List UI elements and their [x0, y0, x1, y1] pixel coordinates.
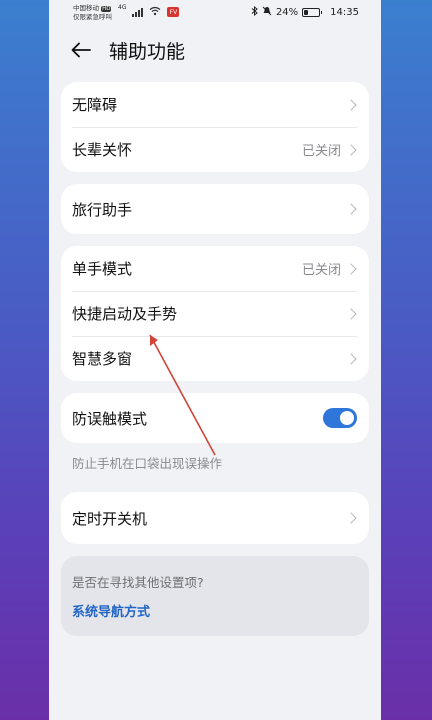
row-status: 已关闭 [301, 263, 341, 278]
chevron-right-icon [345, 352, 357, 365]
status-right: 24% 14:35 [251, 5, 359, 19]
row-label: 无障碍 [72, 96, 118, 114]
status-bar: 中国移动 HD 仅限紧急呼叫 4G FV 24% 14:35 [49, 0, 381, 24]
row-scheduled-power[interactable]: 定时开关机 [61, 492, 369, 544]
row-pocket-mode: 防误触模式 [61, 393, 369, 443]
row-accessibility[interactable]: 无障碍 [61, 82, 369, 127]
settings-group-1: 无障碍 长辈关怀 已关闭 [61, 82, 369, 172]
row-one-hand-mode[interactable]: 单手模式 已关闭 [61, 246, 369, 291]
suggestion-card: 是否在寻找其他设置项? 系统导航方式 [61, 556, 369, 636]
row-label: 旅行助手 [72, 200, 133, 219]
row-smart-multiwindow[interactable]: 智慧多窗 [61, 336, 369, 381]
clock: 14:35 [330, 6, 359, 18]
carrier-name: 中国移动 [73, 3, 99, 12]
row-label: 智慧多窗 [72, 350, 133, 368]
carrier-emergency: 仅限紧急呼叫 [73, 12, 112, 21]
chevron-right-icon [345, 143, 357, 156]
row-label: 单手模式 [72, 260, 133, 278]
chevron-right-icon [345, 512, 357, 524]
network-type: 4G [118, 3, 127, 11]
row-label: 长辈关怀 [72, 141, 133, 159]
status-left: 中国移动 HD 仅限紧急呼叫 4G FV [73, 3, 180, 21]
battery-percent: 24% [275, 6, 299, 18]
suggestion-question: 是否在寻找其他设置项? [72, 575, 204, 590]
chevron-right-icon [345, 203, 357, 215]
phone-screen: 中国移动 HD 仅限紧急呼叫 4G FV 24% 14:35 辅助功能 无障碍 … [49, 0, 381, 720]
header: 辅助功能 [49, 24, 381, 76]
row-label: 防误触模式 [72, 409, 148, 428]
settings-group-3: 单手模式 已关闭 快捷启动及手势 智慧多窗 [61, 246, 369, 381]
pocket-mode-toggle[interactable] [323, 408, 357, 428]
mute-icon [262, 6, 272, 19]
toggle-knob [340, 411, 354, 425]
row-status: 已关闭 [301, 144, 341, 159]
row-shortcuts-gestures[interactable]: 快捷启动及手势 [61, 291, 369, 336]
chevron-right-icon [345, 307, 357, 320]
row-label: 定时开关机 [72, 509, 148, 528]
settings-group-4: 防误触模式 [61, 393, 369, 443]
carrier-info: 中国移动 HD 仅限紧急呼叫 [73, 4, 112, 21]
app-notification-icon: FV [167, 7, 180, 17]
row-label: 快捷启动及手势 [72, 305, 178, 323]
system-navigation-link[interactable]: 系统导航方式 [72, 601, 358, 620]
settings-group-2: 旅行助手 [61, 184, 369, 234]
row-elder-care[interactable]: 长辈关怀 已关闭 [61, 127, 369, 172]
hd-badge: HD [101, 5, 112, 12]
page-title: 辅助功能 [109, 40, 186, 63]
pocket-mode-hint: 防止手机在口袋出现误操作 [72, 456, 223, 471]
chevron-right-icon [345, 262, 357, 275]
signal-icon [132, 7, 144, 17]
row-travel-assistant[interactable]: 旅行助手 [61, 184, 369, 234]
chevron-right-icon [345, 98, 357, 111]
bluetooth-icon [251, 5, 258, 19]
wifi-icon [149, 6, 161, 19]
back-arrow-icon[interactable] [69, 38, 93, 62]
settings-group-5: 定时开关机 [61, 492, 369, 544]
battery-icon [302, 7, 323, 17]
